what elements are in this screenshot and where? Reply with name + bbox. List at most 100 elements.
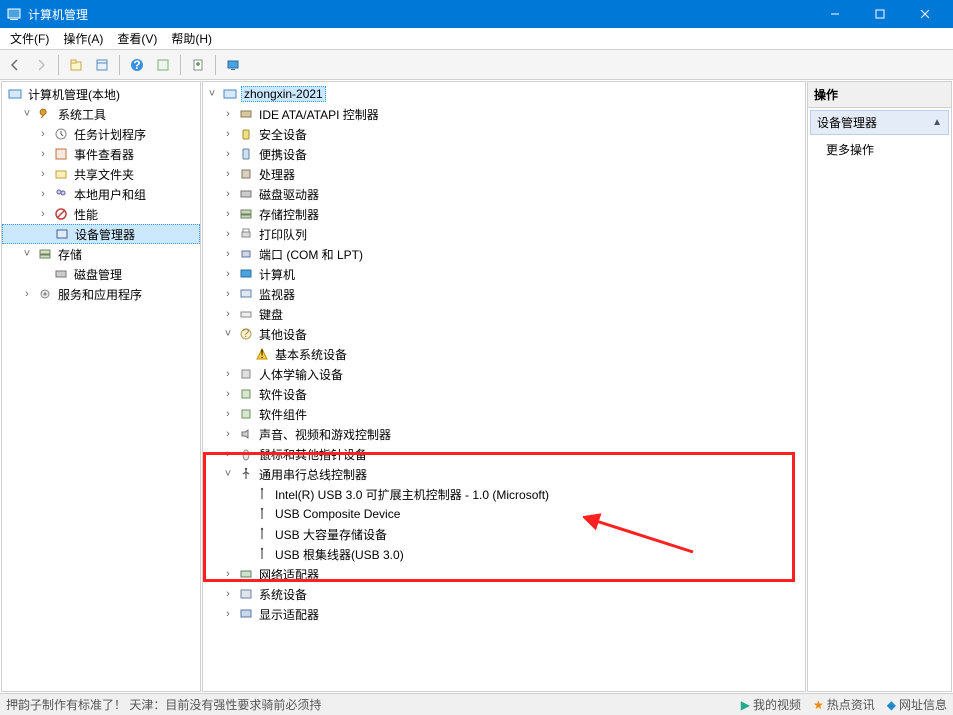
expand-icon[interactable]: › — [36, 148, 50, 160]
menu-action[interactable]: 操作(A) — [57, 28, 109, 49]
device-cpu[interactable]: ›处理器 — [203, 164, 805, 184]
device-hid[interactable]: ›人体学输入设备 — [203, 364, 805, 384]
tree-local-users-groups[interactable]: ›本地用户和组 — [2, 184, 200, 204]
tree-storage[interactable]: ˅存储 — [2, 244, 200, 264]
device-usb-intel[interactable]: Intel(R) USB 3.0 可扩展主机控制器 - 1.0 (Microso… — [203, 484, 805, 504]
device-tree-pane: ˅zhongxin-2021 ›IDE ATA/ATAPI 控制器 ›安全设备 … — [202, 81, 806, 692]
expand-icon[interactable]: › — [221, 188, 235, 200]
device-computer[interactable]: ›计算机 — [203, 264, 805, 284]
toolbar-forward[interactable] — [30, 54, 52, 76]
actions-more[interactable]: 更多操作 — [808, 137, 951, 162]
toolbar-export[interactable] — [187, 54, 209, 76]
tree-event-viewer[interactable]: ›事件查看器 — [2, 144, 200, 164]
status-url-info[interactable]: ◆网址信息 — [887, 696, 947, 713]
actions-category[interactable]: 设备管理器 ▲ — [810, 110, 949, 135]
device-mouse[interactable]: › 鼠标和其他指针设备 — [203, 444, 805, 464]
tree-label: 鼠标和其他指针设备 — [257, 446, 367, 463]
tree-label: 声音、视频和游戏控制器 — [257, 426, 391, 443]
device-keyboard[interactable]: ›键盘 — [203, 304, 805, 324]
expand-icon[interactable]: › — [221, 448, 235, 460]
menu-view[interactable]: 查看(V) — [111, 28, 163, 49]
collapse-icon[interactable]: ˅ — [20, 108, 34, 120]
expand-icon[interactable]: › — [221, 148, 235, 160]
device-storage-controller[interactable]: ›存储控制器 — [203, 204, 805, 224]
expand-icon[interactable]: › — [221, 308, 235, 320]
device-usb-root-hub[interactable]: USB 根集线器(USB 3.0) — [203, 544, 805, 564]
device-manager-icon — [54, 226, 70, 242]
expand-icon[interactable]: › — [36, 208, 50, 220]
tree-label: zhongxin-2021 — [241, 86, 326, 102]
expand-icon[interactable]: › — [221, 168, 235, 180]
menu-file[interactable]: 文件(F) — [4, 28, 55, 49]
collapse-icon[interactable]: ˅ — [205, 88, 219, 100]
device-print-queue[interactable]: ›打印队列 — [203, 224, 805, 244]
device-root[interactable]: ˅ zhongxin-2021 — [203, 84, 805, 104]
expand-icon[interactable]: › — [221, 208, 235, 220]
menu-help[interactable]: 帮助(H) — [165, 28, 218, 49]
collapse-icon[interactable]: ˅ — [221, 328, 235, 340]
expand-icon[interactable]: › — [221, 288, 235, 300]
expand-icon[interactable]: › — [36, 128, 50, 140]
device-basic-system[interactable]: !基本系统设备 — [203, 344, 805, 364]
device-sound[interactable]: › 声音、视频和游戏控制器 — [203, 424, 805, 444]
close-button[interactable] — [902, 0, 947, 28]
tree-system-tools[interactable]: ˅系统工具 — [2, 104, 200, 124]
expand-icon[interactable]: › — [221, 408, 235, 420]
status-hotspot[interactable]: ★热点资讯 — [813, 696, 875, 713]
device-security[interactable]: ›安全设备 — [203, 124, 805, 144]
expand-icon[interactable]: › — [221, 128, 235, 140]
device-sysdev[interactable]: ›系统设备 — [203, 584, 805, 604]
tree-device-manager[interactable]: 设备管理器 — [2, 224, 200, 244]
device-portable[interactable]: ›便携设备 — [203, 144, 805, 164]
device-ports[interactable]: ›端口 (COM 和 LPT) — [203, 244, 805, 264]
expand-icon[interactable]: › — [221, 588, 235, 600]
tree-services-apps[interactable]: › 服务和应用程序 — [2, 284, 200, 304]
collapse-icon[interactable]: ˅ — [20, 248, 34, 260]
tree-performance[interactable]: ›性能 — [2, 204, 200, 224]
expand-icon[interactable]: › — [221, 568, 235, 580]
maximize-button[interactable] — [857, 0, 902, 28]
toolbar-up[interactable] — [65, 54, 87, 76]
expand-icon[interactable]: › — [221, 368, 235, 380]
usb-device-icon — [254, 506, 270, 522]
tree-label: 服务和应用程序 — [56, 286, 142, 303]
window-title: 计算机管理 — [28, 6, 812, 23]
printer-icon — [238, 226, 254, 242]
device-display-adapter[interactable]: › 显示适配器 — [203, 604, 805, 624]
device-ide[interactable]: ›IDE ATA/ATAPI 控制器 — [203, 104, 805, 124]
event-icon — [53, 146, 69, 162]
tree-disk-management[interactable]: 磁盘管理 — [2, 264, 200, 284]
device-other[interactable]: ˅?其他设备 — [203, 324, 805, 344]
expand-icon[interactable]: › — [221, 268, 235, 280]
toolbar-monitor[interactable] — [222, 54, 244, 76]
expand-icon[interactable]: › — [221, 388, 235, 400]
tree-root-computer-management[interactable]: 计算机管理(本地) — [2, 84, 200, 104]
computer-icon — [222, 86, 238, 102]
collapse-icon[interactable]: ˅ — [221, 468, 235, 480]
minimize-button[interactable] — [812, 0, 857, 28]
status-video[interactable]: ▶我的视频 — [741, 696, 801, 713]
expand-icon[interactable]: › — [221, 608, 235, 620]
expand-icon[interactable]: › — [20, 288, 34, 300]
tree-shared-folders[interactable]: ›共享文件夹 — [2, 164, 200, 184]
tree-label: 显示适配器 — [257, 606, 319, 623]
device-diskdrive[interactable]: ›磁盘驱动器 — [203, 184, 805, 204]
toolbar-refresh[interactable] — [152, 54, 174, 76]
toolbar-back[interactable] — [4, 54, 26, 76]
toolbar-help[interactable]: ? — [126, 54, 148, 76]
expand-icon[interactable]: › — [36, 168, 50, 180]
device-softdev[interactable]: ›软件设备 — [203, 384, 805, 404]
expand-icon[interactable]: › — [221, 228, 235, 240]
device-network[interactable]: ›网络适配器 — [203, 564, 805, 584]
toolbar-props[interactable] — [91, 54, 113, 76]
expand-icon[interactable]: › — [36, 188, 50, 200]
device-monitor[interactable]: ›监视器 — [203, 284, 805, 304]
expand-icon[interactable]: › — [221, 248, 235, 260]
expand-icon[interactable]: › — [221, 428, 235, 440]
device-softcomp[interactable]: ›软件组件 — [203, 404, 805, 424]
device-usb-mass-storage[interactable]: USB 大容量存储设备 — [203, 524, 805, 544]
expand-icon[interactable]: › — [221, 108, 235, 120]
device-usb-composite[interactable]: USB Composite Device — [203, 504, 805, 524]
tree-task-scheduler[interactable]: ›任务计划程序 — [2, 124, 200, 144]
device-usb[interactable]: ˅通用串行总线控制器 — [203, 464, 805, 484]
